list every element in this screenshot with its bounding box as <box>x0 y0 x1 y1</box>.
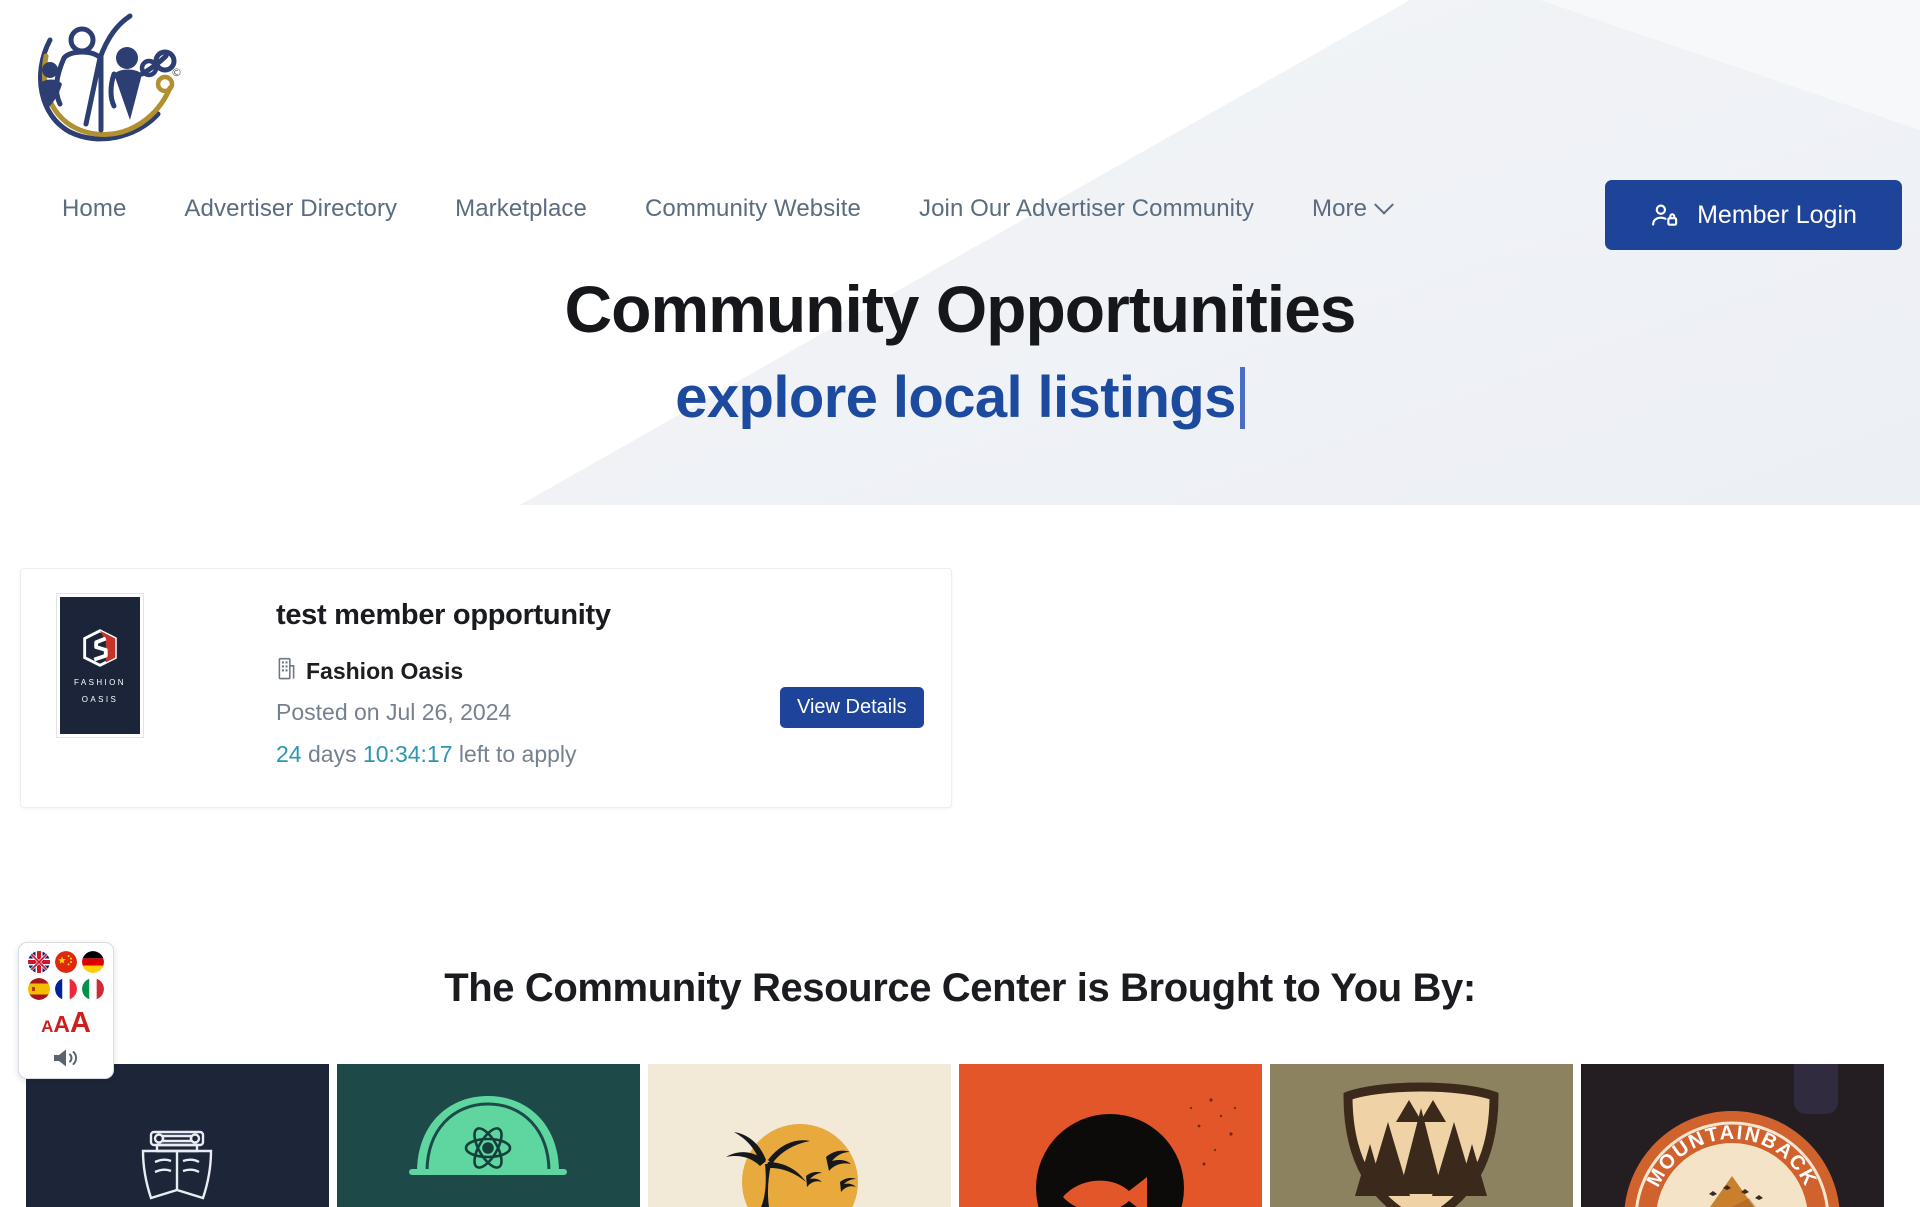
listing-company-name: Fashion Oasis <box>306 658 464 684</box>
text-size-medium[interactable]: A <box>53 1011 70 1037</box>
countdown-suffix: left to apply <box>458 741 577 767</box>
text-size-control[interactable]: AAA <box>19 1009 113 1038</box>
svg-text:©: © <box>171 66 182 79</box>
flag-china-icon[interactable] <box>55 951 77 973</box>
listing-company: Fashion Oasis <box>276 657 463 686</box>
user-lock-icon <box>1650 201 1679 230</box>
hero-subtitle-line: explore local listings <box>0 360 1920 436</box>
listing-countdown: 24 days 10:34:17 left to apply <box>276 741 577 768</box>
text-size-small[interactable]: A <box>41 1017 53 1036</box>
sponsor-tile-column-book[interactable] <box>26 1064 329 1207</box>
speaker-volume-icon[interactable] <box>19 1046 113 1070</box>
page-root: © Home Advertiser Directory Marketplace … <box>0 0 1920 1207</box>
thumbnail-line-2: OASIS <box>81 694 119 704</box>
nav-advertiser-directory[interactable]: Advertiser Directory <box>184 188 397 230</box>
hero-section: Community Opportunities explore local li… <box>0 268 1920 436</box>
sponsor-tile-palm-sunset[interactable] <box>648 1064 951 1207</box>
nav-join-our-advertiser-community[interactable]: Join Our Advertiser Community <box>919 188 1254 230</box>
member-login-button[interactable]: Member Login <box>1605 180 1902 250</box>
sponsor-tile-forest-shield[interactable] <box>1270 1064 1573 1207</box>
pine-forest-shield-icon <box>1343 1082 1499 1207</box>
nav-more-label: More <box>1311 195 1368 222</box>
flag-uk-icon[interactable] <box>28 951 50 973</box>
site-header: © Home Advertiser Directory Marketplace … <box>0 0 1920 250</box>
flag-germany-icon[interactable] <box>82 951 104 973</box>
site-logo[interactable]: © <box>26 12 211 152</box>
sponsor-logo-strip: MOUNTAINBACK <box>26 1064 1901 1207</box>
listing-posted-date: Posted on Jul 26, 2024 <box>276 699 512 725</box>
flag-france-icon[interactable] <box>55 978 77 1000</box>
nav-marketplace[interactable]: Marketplace <box>455 188 587 230</box>
building-icon <box>276 657 297 686</box>
countdown-time: 10:34:17 <box>362 741 453 767</box>
fish-circle-icon <box>1036 1098 1237 1207</box>
view-details-button[interactable]: View Details <box>780 687 924 728</box>
sponsor-tile-mountainback[interactable]: MOUNTAINBACK <box>1581 1064 1884 1207</box>
member-login-label: Member Login <box>1697 200 1857 229</box>
language-flag-grid <box>19 951 113 1000</box>
chevron-down-icon <box>1374 194 1394 215</box>
page-title: Community Opportunities <box>564 272 1357 346</box>
nav-more[interactable]: More <box>1311 188 1394 230</box>
listing-thumbnail: FASHION OASIS <box>56 593 144 738</box>
flag-italy-icon[interactable] <box>82 978 104 1000</box>
countdown-days: 24 <box>276 741 302 767</box>
main-navigation: Home Advertiser Directory Marketplace Co… <box>0 166 1920 250</box>
palm-tree-sunset-icon <box>726 1124 858 1207</box>
typing-caret <box>1239 367 1245 429</box>
nav-list: Home Advertiser Directory Marketplace Co… <box>62 188 1394 230</box>
nav-community-website[interactable]: Community Website <box>645 188 861 230</box>
sponsor-tile-fish[interactable] <box>959 1064 1262 1207</box>
sponsors-heading: The Community Resource Center is Brought… <box>444 966 1476 1010</box>
fashion-oasis-logo: FASHION OASIS <box>60 597 140 734</box>
mountainback-badge-icon: MOUNTAINBACK <box>1624 1064 1840 1207</box>
atom-dome-icon <box>409 1096 567 1175</box>
accessibility-widget[interactable]: AAA <box>18 942 114 1079</box>
thumbnail-line-1: FASHION <box>74 677 126 687</box>
listing-title[interactable]: test member opportunity <box>276 599 611 632</box>
sponsor-tile-atom-dome[interactable] <box>337 1064 640 1207</box>
hero-subtitle-text: explore local listings <box>675 365 1236 430</box>
nav-home[interactable]: Home <box>62 188 126 230</box>
countdown-days-label: days <box>307 741 357 767</box>
flag-spain-icon[interactable] <box>28 978 50 1000</box>
text-size-large[interactable]: A <box>70 1007 91 1039</box>
column-open-book-icon <box>141 1130 213 1200</box>
